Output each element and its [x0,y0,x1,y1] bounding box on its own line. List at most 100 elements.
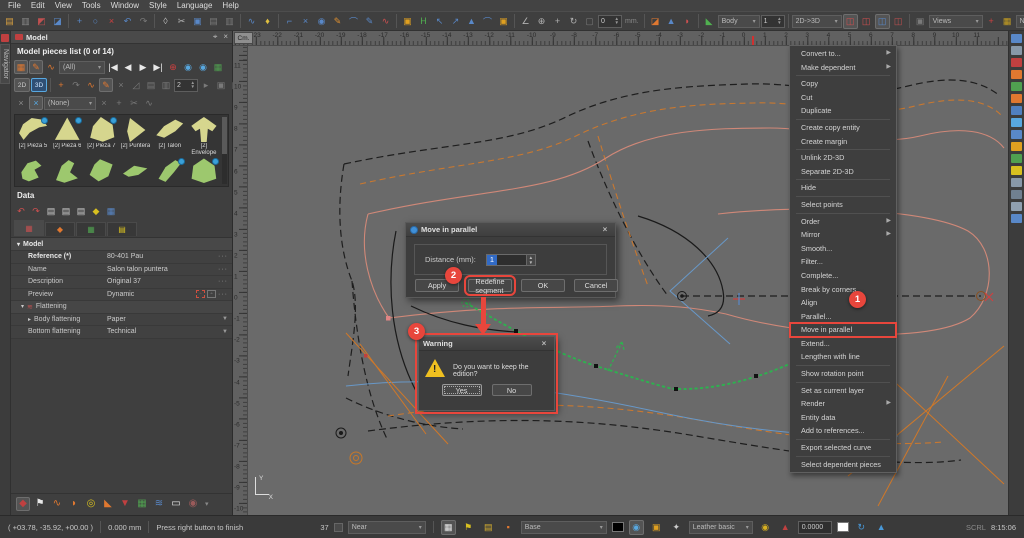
right-tool-icon-5[interactable] [1011,82,1022,91]
context-menu-item[interactable]: Select points [790,198,896,212]
piece-thumbnail[interactable] [85,158,117,184]
context-menu-item[interactable]: Unlink 2D-3D [790,151,896,165]
no-button[interactable]: No [492,384,532,396]
dialog-titlebar[interactable]: Move in parallel × [406,223,615,237]
web-icon[interactable]: ◉ [314,14,329,29]
box-icon[interactable]: ▢ [582,14,597,29]
attach-icon[interactable]: + [112,96,126,110]
ellipsis-button[interactable]: ··· [218,253,232,260]
filter-none-select[interactable]: (None)▾ [44,97,96,110]
piece-thumbnail[interactable] [17,158,49,184]
angle-field[interactable]: 0.0000 [798,521,832,534]
mode-2d3d-select[interactable]: 2D->3D▾ [792,15,842,28]
ellipsis-button[interactable]: ··· [218,266,232,273]
piece-thumbnail[interactable] [120,158,152,184]
piece-delete-icon[interactable]: × [114,78,128,92]
arc-icon[interactable]: ⌒ [346,14,361,29]
body-select[interactable]: Body▾ [718,15,760,28]
grid-borders-icon[interactable]: ▦ [441,520,456,535]
heel-icon[interactable]: ◣ [101,497,115,511]
join-icon[interactable]: ∿ [142,96,156,110]
tab-material-data[interactable]: ▦ [76,222,106,236]
right-tool-icon-2[interactable] [1011,46,1022,55]
transfer-2d3d-icon[interactable]: ◫ [843,14,858,29]
right-tool-icon-14[interactable] [1011,190,1022,199]
record-icon[interactable]: ◉ [186,497,200,511]
piece-outline-icon[interactable]: ∿ [84,78,98,92]
property-row[interactable]: DescriptionOriginal 37··· [11,276,232,289]
copy-icon[interactable]: ▣ [190,14,205,29]
undo-icon[interactable]: ↶ [120,14,135,29]
context-menu-item[interactable]: Lengthen with line [790,350,896,364]
apply-copies-icon[interactable]: ▸ [199,78,213,92]
piece-thumbnail[interactable]: [2] Envelope [188,117,220,156]
cancel-button[interactable]: Cancel [574,279,618,292]
lock-tool-icon[interactable]: ▣ [400,14,415,29]
first-piece-icon[interactable]: |◀ [106,60,120,74]
export-model-icon[interactable]: ◪ [50,14,65,29]
layer-color-swatch[interactable] [612,522,624,532]
views-select[interactable]: Views▾ [929,15,983,28]
property-row[interactable]: PreviewDynamic▫▫··· [11,289,232,302]
menu-language[interactable]: Language [172,0,218,11]
pen-icon[interactable]: ✎ [362,14,377,29]
close-icon[interactable]: × [599,225,611,234]
tools-icon[interactable]: ✦ [669,520,684,535]
measure-icon[interactable]: ∿ [378,14,393,29]
context-menu-item[interactable]: Create margin [790,135,896,149]
tab-piece-data[interactable]: ◆ [45,222,75,236]
close-icon[interactable]: × [223,32,228,42]
right-tool-icon-3[interactable] [1011,58,1022,67]
preview-mode2-icon[interactable]: ▫ [207,290,216,298]
last-piece-icon[interactable]: ▶| [151,60,165,74]
menu-style[interactable]: Style [144,0,172,11]
right-tool-icon-7[interactable] [1011,106,1022,115]
piece-thumbnail[interactable]: [2] Pieza 7 [85,117,117,156]
paste-icon[interactable]: ▤ [206,14,221,29]
select-cursor-icon[interactable]: ▲ [464,14,479,29]
pencil-icon[interactable]: ✎ [330,14,345,29]
redo-icon[interactable]: ↷ [136,14,151,29]
lock-layer-icon[interactable]: ▣ [649,520,664,535]
piece-copy-icon[interactable]: ▤ [144,78,158,92]
menu-tools[interactable]: Tools [77,0,106,11]
view-3d-button[interactable]: 3D [31,78,47,92]
right-tool-icon-10[interactable] [1011,142,1022,151]
context-menu-item[interactable]: Move in parallel [790,323,896,337]
camera-icon[interactable]: ▣ [913,14,928,29]
right-tool-icon-8[interactable] [1011,118,1022,127]
angle-icon[interactable]: ∠ [518,14,533,29]
property-row[interactable]: Reference (*)80-401 Pau··· [11,251,232,264]
pieces-grid-icon[interactable]: ▦ [14,60,28,74]
menu-help[interactable]: Help [217,0,243,11]
redo-piece-icon[interactable]: ↷ [69,78,83,92]
color-select[interactable]: Negro▾ [1016,15,1024,28]
add-view-icon[interactable]: + [984,14,999,29]
body-number-spinner[interactable]: 1▲▼ [761,15,785,28]
property-row[interactable]: ▾≋Flattening [11,301,232,314]
import-model-icon[interactable]: ◩ [34,14,49,29]
menu-view[interactable]: View [50,0,77,11]
context-menu-item[interactable]: Order▶ [790,215,896,229]
prev-piece-icon[interactable]: ◀ [121,60,135,74]
data-sheet-icon[interactable]: ▤ [44,204,58,218]
distance-input[interactable]: 1 ▲▼ [486,254,536,266]
context-menu-item[interactable]: Hide [790,181,896,195]
flat-piece-icon[interactable]: ⚑ [461,520,476,535]
cone-icon[interactable]: ▲ [874,520,889,535]
right-tool-icon-16[interactable] [1011,214,1022,223]
unlink-icon[interactable]: × [14,96,28,110]
piece-thumbnail[interactable] [154,158,186,184]
select-target-icon[interactable]: ⊕ [166,60,180,74]
pin-icon[interactable]: ⌖ [213,32,218,42]
data-sheet-export-icon[interactable]: ▤ [74,204,88,218]
preview-mode-icon[interactable]: ▫ [196,290,205,298]
flip-icon[interactable]: ◪ [648,14,663,29]
context-menu-item[interactable]: Convert to...▶ [790,47,896,61]
zoom-icon[interactable]: ○ [88,14,103,29]
data-image-icon[interactable]: ▦ [104,204,118,218]
pieces-fill-icon[interactable]: ▤ [481,520,496,535]
ellipsis-button[interactable]: ··· [218,291,232,298]
curve-orange-icon[interactable]: ∿ [50,497,64,511]
layers-icon[interactable]: ≋ [152,497,166,511]
